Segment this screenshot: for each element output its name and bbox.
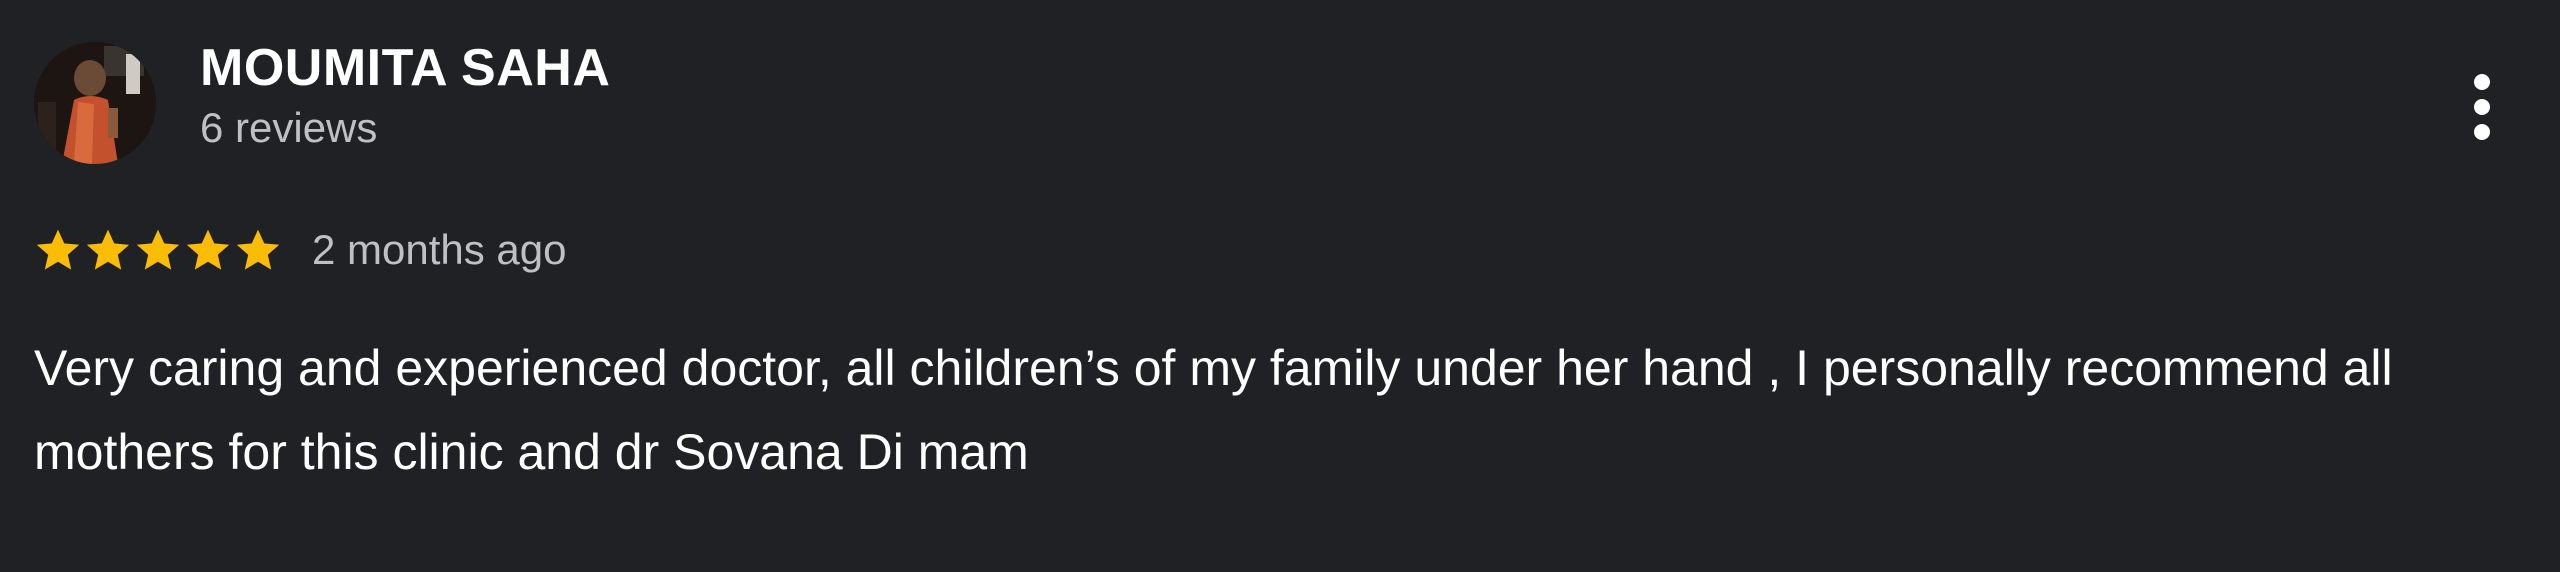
reviewer-name[interactable]: MOUMITA SAHA bbox=[200, 38, 610, 98]
star-icon bbox=[86, 229, 130, 270]
more-vertical-icon-dot bbox=[2474, 74, 2490, 90]
avatar-photo-icon bbox=[34, 42, 156, 164]
reviewer-avatar[interactable] bbox=[34, 42, 156, 164]
review-card: MOUMITA SAHA 6 reviews 2 months ago Very… bbox=[0, 0, 2560, 572]
reviewer-review-count[interactable]: 6 reviews bbox=[200, 104, 377, 152]
star-icon bbox=[186, 229, 230, 270]
review-text: Very caring and experienced doctor, all … bbox=[34, 340, 2393, 480]
more-options-button[interactable] bbox=[2460, 62, 2504, 152]
star-rating bbox=[34, 226, 282, 274]
more-vertical-icon-dot bbox=[2474, 124, 2490, 140]
rating-row: 2 months ago bbox=[34, 214, 567, 286]
star-icon bbox=[236, 229, 280, 270]
review-time: 2 months ago bbox=[312, 226, 567, 273]
more-vertical-icon-dot bbox=[2474, 99, 2490, 115]
star-icon bbox=[136, 229, 180, 270]
star-icon bbox=[36, 229, 80, 270]
